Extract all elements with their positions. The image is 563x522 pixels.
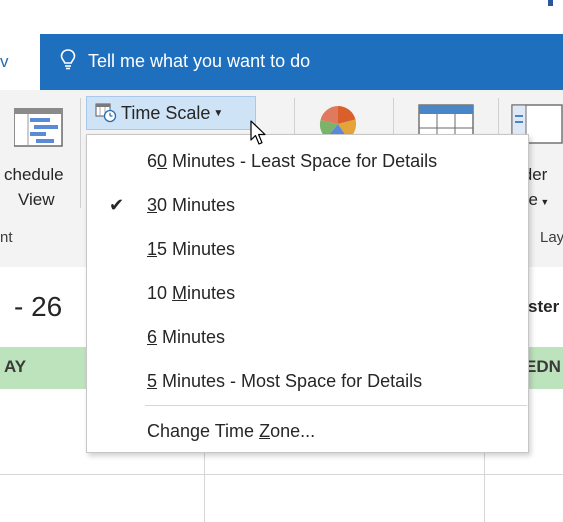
menu-item-60-minutes[interactable]: 60 Minutes - Least Space for Details bbox=[87, 141, 528, 181]
calendar-clock-icon bbox=[95, 103, 117, 123]
menu-item-accelerator: 0 bbox=[157, 151, 168, 171]
menu-item-label: 5 Minutes - Most Space for Details bbox=[147, 361, 422, 401]
menu-item-label-post: inutes bbox=[187, 283, 236, 303]
schedule-view-label-line1: chedule bbox=[4, 165, 64, 184]
menu-item-label-pre: 10 bbox=[147, 283, 173, 303]
calendar-grid-line bbox=[0, 474, 563, 475]
menu-item-label: 15 Minutes bbox=[147, 229, 235, 269]
menu-item-accelerator: M bbox=[172, 283, 188, 303]
arrangement-group-label: nt bbox=[0, 229, 13, 246]
schedule-view-label-line2: View bbox=[18, 190, 55, 209]
menu-item-change-time-zone[interactable]: Change Time Zone... bbox=[87, 411, 528, 451]
mouse-pointer-icon bbox=[250, 120, 268, 151]
menu-item-label-pre: Change Time bbox=[147, 421, 260, 441]
menu-item-label: 60 Minutes - Least Space for Details bbox=[147, 141, 437, 181]
time-scale-button[interactable]: Time Scale ▼ bbox=[86, 96, 256, 130]
ribbon-separator bbox=[80, 98, 81, 208]
tab-view-label-fragment: v bbox=[0, 52, 9, 71]
menu-item-label-post: Minutes - Most Space for Details bbox=[157, 371, 423, 391]
menu-item-5-minutes[interactable]: 5 Minutes - Most Space for Details bbox=[87, 361, 528, 401]
menu-item-label: Change Time Zone... bbox=[147, 411, 315, 451]
menu-item-label-post: Minutes - Least Space for Details bbox=[167, 151, 438, 171]
right-column-text: ster bbox=[528, 297, 560, 316]
layout-group-label: Lay bbox=[540, 229, 563, 246]
menu-item-label-pre: 6 bbox=[147, 151, 158, 171]
menu-separator bbox=[145, 405, 527, 406]
schedule-view-icon bbox=[13, 107, 64, 153]
menu-item-label-post: one... bbox=[270, 421, 316, 441]
menu-item-6-minutes[interactable]: 6 Minutes bbox=[87, 317, 528, 357]
menu-item-30-minutes[interactable]: ✔ 30 Minutes bbox=[87, 185, 528, 225]
title-bar bbox=[0, 0, 563, 34]
title-bar-fragment bbox=[548, 0, 553, 6]
schedule-view-button[interactable]: chedule View bbox=[0, 90, 80, 225]
menu-item-accelerator: 1 bbox=[147, 239, 158, 259]
menu-item-label-post: 5 Minutes bbox=[157, 239, 236, 259]
menu-item-10-minutes[interactable]: 10 Minutes bbox=[87, 273, 528, 313]
menu-item-accelerator: 5 bbox=[147, 371, 158, 391]
tell-me-text: Tell me what you want to do bbox=[88, 51, 311, 71]
menu-item-label-post: Minutes bbox=[157, 327, 226, 347]
time-scale-menu: 60 Minutes - Least Space for Details ✔ 3… bbox=[86, 134, 529, 453]
dropdown-caret-icon: ▼ bbox=[213, 107, 224, 119]
menu-item-accelerator: 3 bbox=[147, 195, 158, 215]
checkmark-icon: ✔ bbox=[109, 195, 125, 215]
menu-item-label: 10 Minutes bbox=[147, 273, 235, 313]
date-range: - 26 bbox=[14, 291, 63, 322]
tell-me-search[interactable]: Tell me what you want to do bbox=[60, 48, 310, 75]
weekday-left-label: AY bbox=[4, 357, 27, 376]
tab-view[interactable]: v bbox=[0, 34, 40, 90]
ribbon-tab-bar: v Tell me what you want to do bbox=[0, 34, 563, 90]
menu-item-15-minutes[interactable]: 15 Minutes bbox=[87, 229, 528, 269]
dropdown-caret-icon: ▼ bbox=[537, 197, 550, 207]
weekday-right-label: EDN bbox=[525, 357, 561, 376]
menu-item-label: 30 Minutes bbox=[147, 185, 235, 225]
menu-item-label: 6 Minutes bbox=[147, 317, 225, 357]
menu-item-accelerator: 6 bbox=[147, 327, 158, 347]
menu-item-accelerator: Z bbox=[259, 421, 271, 441]
time-scale-label: Time Scale bbox=[121, 102, 211, 123]
menu-item-label-post: 0 Minutes bbox=[157, 195, 236, 215]
lightbulb-icon bbox=[60, 48, 76, 75]
